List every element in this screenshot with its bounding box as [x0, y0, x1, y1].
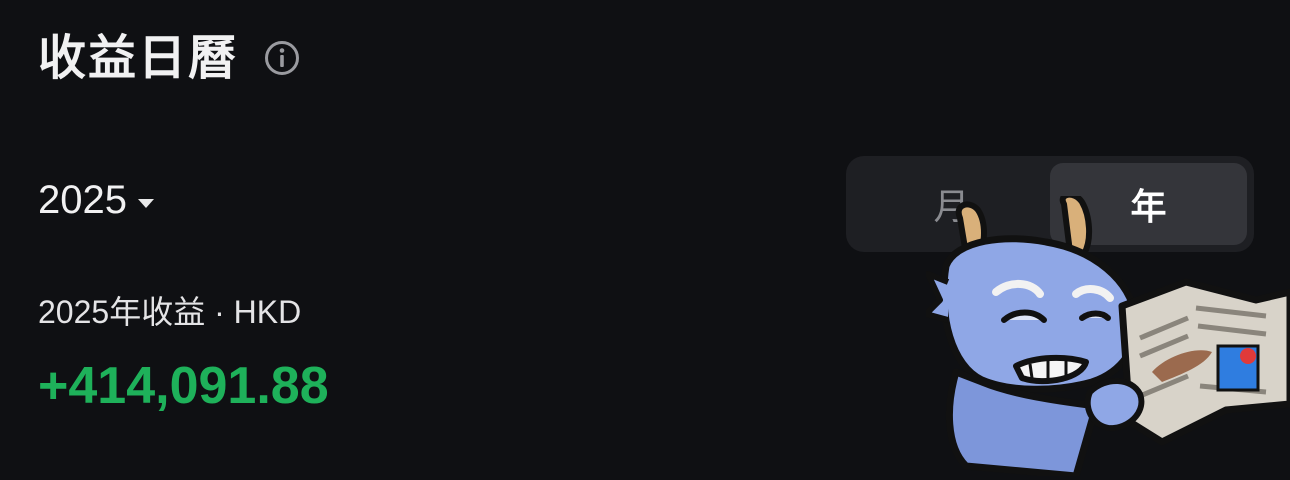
dragon-reading-newspaper-sticker — [923, 191, 1290, 480]
caret-down-icon — [137, 194, 155, 208]
summary-currency: HKD — [233, 294, 302, 330]
page-header: 收益日曆 — [38, 34, 300, 82]
summary-amount: +414,091.88 — [38, 357, 329, 415]
summary-label: 2025年收益 — [38, 294, 206, 330]
info-circle-icon[interactable] — [264, 40, 300, 76]
year-dropdown[interactable]: 2025 — [38, 180, 155, 220]
year-dropdown-value: 2025 — [38, 178, 127, 222]
summary-label-row: 2025年收益 · HKD — [38, 296, 301, 328]
summary-separator: · — [205, 294, 234, 330]
page-title: 收益日曆 — [38, 30, 239, 86]
